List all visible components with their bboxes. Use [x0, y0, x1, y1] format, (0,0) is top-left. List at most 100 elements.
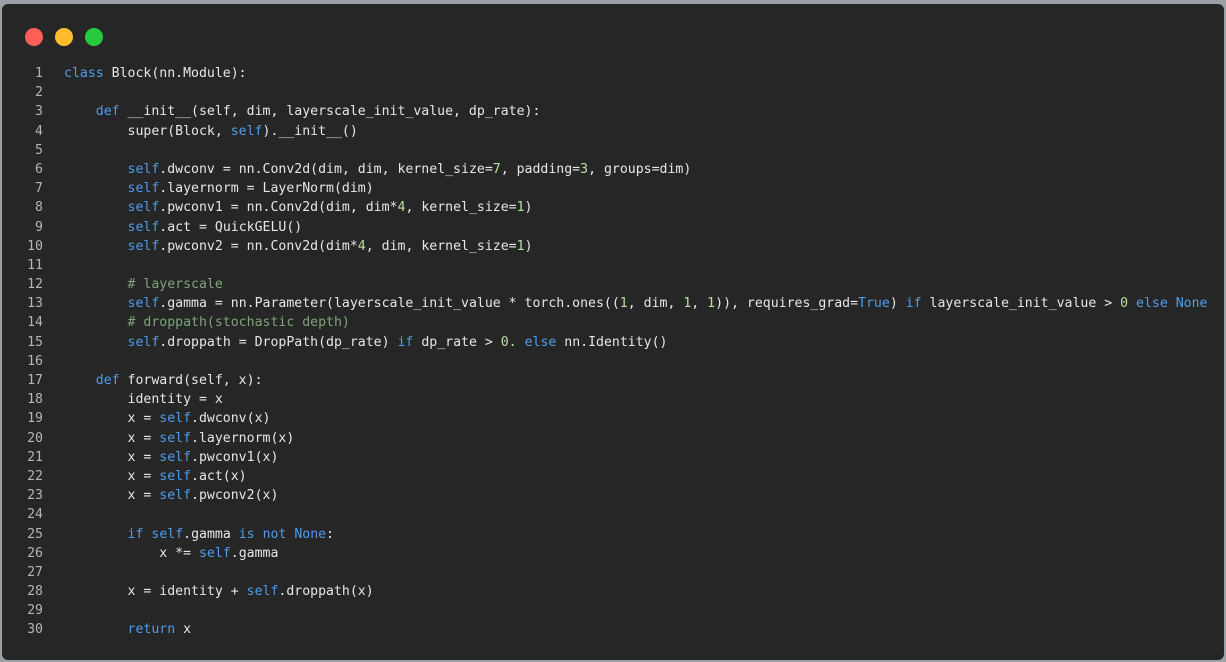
code-token: , dim, kernel_size= — [365, 238, 517, 254]
code-line: 28 x = identity + self.droppath(x) — [2, 582, 1224, 601]
line-number: 5 — [35, 142, 43, 158]
code-line: 6 self.dwconv = nn.Conv2d(dim, dim, kern… — [2, 160, 1224, 179]
line-number: 13 — [27, 296, 43, 312]
code-token: self — [127, 161, 160, 177]
code-line: 16 — [2, 352, 1224, 371]
code-line: 23 x = self.pwconv2(x) — [2, 486, 1224, 505]
code-token: 1 — [619, 296, 628, 312]
code-token: None — [294, 526, 327, 542]
code-text: x *= self.gamma — [64, 544, 278, 563]
code-token: .act = QuickGELU() — [159, 219, 303, 235]
code-text: def __init__(self, dim, layerscale_init_… — [64, 102, 541, 121]
code-token: : — [326, 526, 335, 542]
code-line: 12 # layerscale — [2, 275, 1224, 294]
line-number: 16 — [27, 353, 43, 369]
code-token: , dim, — [627, 296, 684, 312]
code-token: x = — [64, 411, 160, 427]
line-number: 22 — [27, 468, 43, 484]
code-token: if — [905, 296, 922, 312]
code-line: 5 — [2, 141, 1224, 160]
code-token: self — [127, 200, 160, 216]
code-token: .droppath = DropPath(dp_rate) — [159, 334, 398, 350]
maximize-dot-icon[interactable] — [85, 28, 103, 46]
code-text: if self.gamma is not None: — [64, 525, 335, 544]
code-line: 4 super(Block, self).__init__() — [2, 122, 1224, 141]
code-token: 4 — [357, 238, 366, 254]
code-token: self — [127, 181, 160, 197]
code-token: .gamma = nn.Parameter(layerscale_init_va… — [159, 296, 620, 312]
code-text: x = self.dwconv(x) — [64, 409, 271, 428]
code-text: self.gamma = nn.Parameter(layerscale_ini… — [64, 294, 1208, 313]
code-token: .gamma — [230, 545, 279, 561]
code-token: x — [175, 622, 192, 638]
line-number: 14 — [27, 315, 43, 331]
code-token: , kernel_size= — [405, 200, 517, 216]
code-token: layerscale_init_value > — [921, 296, 1121, 312]
line-number: 25 — [27, 526, 43, 542]
close-dot-icon[interactable] — [25, 28, 43, 46]
code-line: 7 self.layernorm = LayerNorm(dim) — [2, 179, 1224, 198]
line-number: 29 — [27, 603, 43, 619]
line-number: 26 — [27, 545, 43, 561]
code-token: self — [159, 488, 192, 504]
code-line: 11 — [2, 256, 1224, 275]
code-line: 14 # droppath(stochastic depth) — [2, 313, 1224, 332]
line-number: 18 — [27, 392, 43, 408]
line-number: 12 — [27, 277, 43, 293]
code-line: 9 self.act = QuickGELU() — [2, 218, 1224, 237]
code-token: dp_rate > — [413, 334, 501, 350]
minimize-dot-icon[interactable] — [55, 28, 73, 46]
code-text: super(Block, self).__init__() — [64, 122, 358, 141]
code-token: identity = x — [64, 392, 223, 408]
code-token: True — [858, 296, 890, 312]
code-text: self.droppath = DropPath(dp_rate) if dp_… — [64, 333, 668, 352]
code-window: 1 class Block(nn.Module): 2 3 def __init__(… — [2, 4, 1224, 660]
code-token: forward(self, x): — [119, 373, 263, 388]
code-token: self — [230, 123, 263, 139]
code-line: 15 self.droppath = DropPath(dp_rate) if … — [2, 333, 1224, 352]
code-token: self — [246, 584, 279, 600]
code-token: 1 — [516, 200, 525, 216]
line-number: 28 — [27, 584, 43, 600]
code-token: x = — [64, 468, 160, 484]
code-token: 0 — [1120, 296, 1129, 312]
line-number: 27 — [27, 564, 43, 580]
code-token: self — [159, 449, 192, 465]
code-token: super(Block, — [64, 123, 231, 139]
code-line: 19 x = self.dwconv(x) — [2, 409, 1224, 428]
code-token: 3 — [580, 161, 589, 177]
code-line: 8 self.pwconv1 = nn.Conv2d(dim, dim*4, k… — [2, 198, 1224, 217]
code-text: self.layernorm = LayerNorm(dim) — [64, 179, 374, 198]
code-line: 27 — [2, 563, 1224, 582]
code-token: 7 — [492, 161, 501, 177]
code-token: x = — [64, 449, 160, 465]
line-number: 20 — [27, 430, 43, 446]
code-token: None — [1175, 296, 1208, 312]
code-token: .droppath(x) — [278, 584, 374, 600]
line-number: 10 — [27, 238, 43, 254]
line-number: 17 — [27, 373, 43, 388]
code-token: def — [95, 104, 120, 120]
code-token: ) — [524, 200, 533, 216]
code-text: x = self.act(x) — [64, 467, 247, 486]
line-number: 1 — [35, 66, 43, 81]
code-text: x = self.pwconv2(x) — [64, 486, 279, 505]
code-token: .pwconv2 = nn.Conv2d(dim* — [159, 238, 358, 254]
code-token: ).__init__() — [262, 123, 358, 139]
code-token: Block(nn.Module): — [103, 66, 247, 81]
code-line: 17 def forward(self, x): — [2, 371, 1224, 390]
code-token: if — [397, 334, 414, 350]
code-token: self — [159, 430, 192, 446]
code-line: 18 identity = x — [2, 390, 1224, 409]
code-token: self — [127, 296, 160, 312]
code-line: 22 x = self.act(x) — [2, 467, 1224, 486]
code-text: def forward(self, x): — [64, 371, 263, 390]
line-number: 8 — [35, 200, 43, 216]
